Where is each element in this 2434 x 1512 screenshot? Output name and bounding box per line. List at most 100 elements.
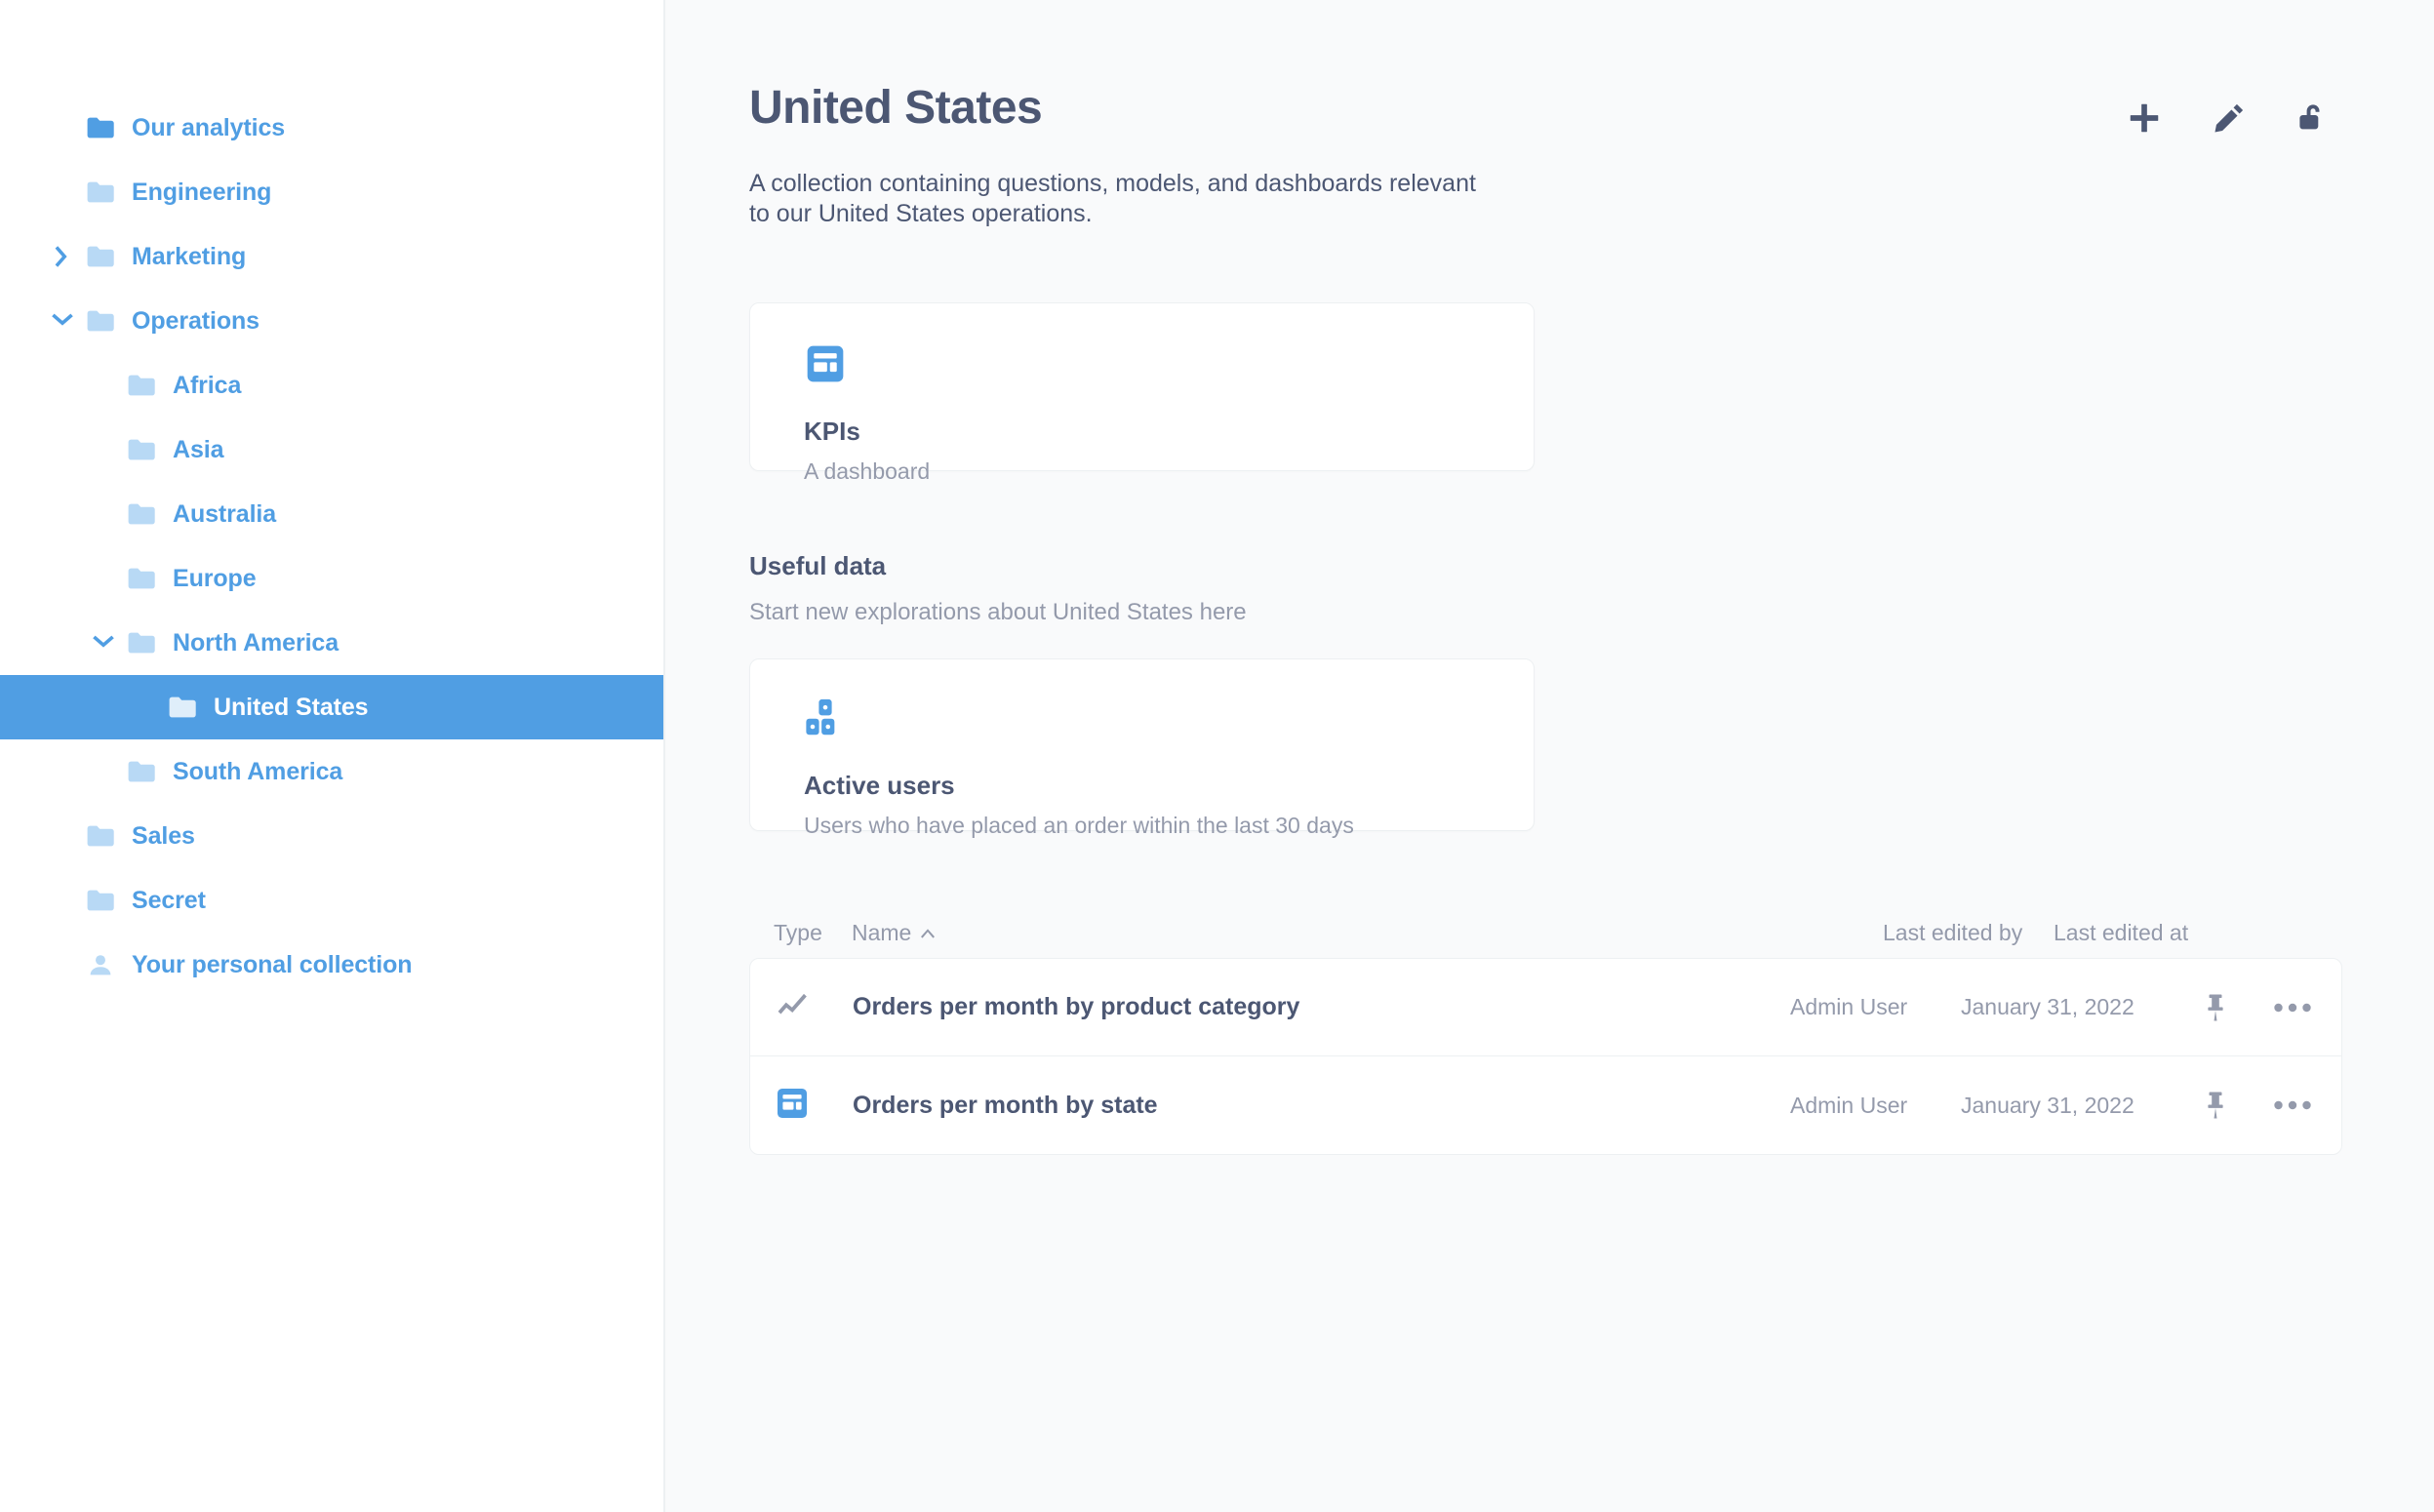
header-actions (2126, 99, 2329, 137)
sidebar-item-label: Asia (173, 436, 223, 464)
pinned-dashboard-card[interactable]: KPIs A dashboard (749, 302, 1535, 471)
folder-icon (86, 245, 115, 268)
model-card-active-users[interactable]: Active users Users who have placed an or… (749, 658, 1535, 831)
row-last-edited-at: January 31, 2022 (1961, 994, 2205, 1020)
table-header-row: Type Name Last edited by Last edited at (749, 907, 2434, 958)
caret-up-icon (920, 928, 936, 938)
column-header-name[interactable]: Name (852, 920, 1300, 946)
sidebar-collection-list: Our analytics Engineering Marketing Operati… (0, 96, 663, 997)
row-menu-button[interactable] (2273, 1099, 2341, 1111)
ellipsis-icon (2273, 1099, 2312, 1111)
sidebar-item-your-personal-collection[interactable]: Your personal collection (0, 933, 663, 997)
ellipsis-icon (2273, 1002, 2312, 1014)
sidebar-item-asia[interactable]: Asia (0, 418, 663, 482)
column-header-type[interactable]: Type (774, 920, 852, 946)
person-icon (86, 953, 115, 976)
sidebar-item-australia[interactable]: Australia (0, 482, 663, 546)
sidebar-item-label: Our analytics (132, 114, 285, 142)
folder-icon (86, 116, 115, 139)
pin-icon (2205, 993, 2226, 1022)
folder-icon (127, 502, 156, 526)
pinned-card-subtitle: A dashboard (804, 458, 1534, 485)
pencil-icon (2212, 100, 2247, 136)
unlock-icon (2295, 100, 2329, 136)
sidebar-item-label: Sales (132, 822, 195, 851)
chevron-down-icon[interactable] (50, 311, 75, 331)
plus-icon (2126, 99, 2163, 137)
folder-icon (86, 180, 115, 204)
line-chart-icon (775, 987, 810, 1022)
sidebar-item-label: Africa (173, 372, 241, 400)
sidebar-item-south-america[interactable]: South America (0, 739, 663, 804)
sidebar-expand-toggle[interactable] (39, 311, 86, 331)
chevron-down-icon[interactable] (91, 633, 116, 653)
row-pin-button[interactable] (2205, 1091, 2273, 1120)
row-type-icon (775, 987, 853, 1027)
sidebar-item-engineering[interactable]: Engineering (0, 160, 663, 224)
row-name: Orders per month by state (853, 1092, 1158, 1120)
row-pin-button[interactable] (2205, 993, 2273, 1022)
sidebar-item-label: United States (214, 694, 368, 722)
folder-icon (127, 374, 156, 397)
sidebar-item-united-states[interactable]: United States (0, 675, 663, 739)
column-header-last-edited-by[interactable]: Last edited by (1883, 920, 2054, 946)
row-menu-button[interactable] (2273, 1002, 2341, 1014)
folder-icon (86, 309, 115, 333)
sidebar-expand-toggle[interactable] (39, 244, 86, 269)
folder-icon (168, 696, 197, 719)
collection-items-table: Type Name Last edited by Last edited at … (749, 907, 2434, 1155)
sidebar-item-our-analytics[interactable]: Our analytics (0, 96, 663, 160)
useful-data-heading: Useful data (749, 551, 2434, 581)
sidebar-item-label: Europe (173, 565, 257, 593)
sidebar-expand-toggle[interactable] (80, 633, 127, 653)
pin-icon (2205, 1091, 2226, 1120)
folder-icon (86, 889, 115, 912)
folder-icon (86, 824, 115, 848)
permissions-button[interactable] (2295, 100, 2329, 136)
dashboard-icon (775, 1086, 810, 1121)
folder-icon (127, 631, 156, 655)
dashboard-icon (804, 342, 847, 385)
folder-icon (127, 567, 156, 590)
sidebar-item-europe[interactable]: Europe (0, 546, 663, 611)
sidebar-item-label: Engineering (132, 179, 271, 207)
sidebar-item-secret[interactable]: Secret (0, 868, 663, 933)
sidebar-item-label: Your personal collection (132, 951, 412, 979)
table-row[interactable]: Orders per month by state Admin UserJanua… (750, 1056, 2341, 1154)
folder-icon (127, 631, 156, 655)
sidebar-item-label: Australia (173, 500, 276, 529)
collection-main-content: United States A colle (665, 0, 2434, 1512)
sidebar-item-marketing[interactable]: Marketing (0, 224, 663, 289)
sidebar-item-operations[interactable]: Operations (0, 289, 663, 353)
sidebar-item-north-america[interactable]: North America (0, 611, 663, 675)
new-item-button[interactable] (2126, 99, 2163, 137)
table-body: Orders per month by product categoryAdmi… (749, 958, 2342, 1155)
sidebar-item-label: Marketing (132, 243, 246, 271)
folder-icon (86, 824, 115, 848)
row-type-icon (775, 1086, 853, 1126)
sidebar-item-label: Secret (132, 887, 206, 915)
folder-icon (127, 502, 156, 526)
useful-data-subtitle: Start new explorations about United Stat… (749, 599, 2434, 626)
sidebar-item-label: North America (173, 629, 339, 657)
sidebar-item-sales[interactable]: Sales (0, 804, 663, 868)
row-last-edited-at: January 31, 2022 (1961, 1093, 2205, 1119)
chevron-right-icon[interactable] (53, 244, 72, 269)
edit-collection-button[interactable] (2212, 100, 2247, 136)
column-header-name-label: Name (852, 920, 911, 946)
sidebar-item-label: South America (173, 758, 342, 786)
folder-icon (127, 438, 156, 461)
folder-icon (127, 760, 156, 783)
collection-description: A collection containing questions, model… (749, 169, 1491, 228)
row-last-edited-by: Admin User (1790, 1093, 1961, 1119)
folder-icon (86, 309, 115, 333)
folder-icon (86, 116, 115, 139)
sidebar-item-africa[interactable]: Africa (0, 353, 663, 418)
sidebar-item-label: Operations (132, 307, 259, 336)
folder-icon (86, 180, 115, 204)
folder-icon (127, 567, 156, 590)
column-header-last-edited-at[interactable]: Last edited at (2054, 920, 2297, 946)
folder-icon (86, 889, 115, 912)
folder-icon (127, 438, 156, 461)
table-row[interactable]: Orders per month by product categoryAdmi… (750, 959, 2341, 1056)
